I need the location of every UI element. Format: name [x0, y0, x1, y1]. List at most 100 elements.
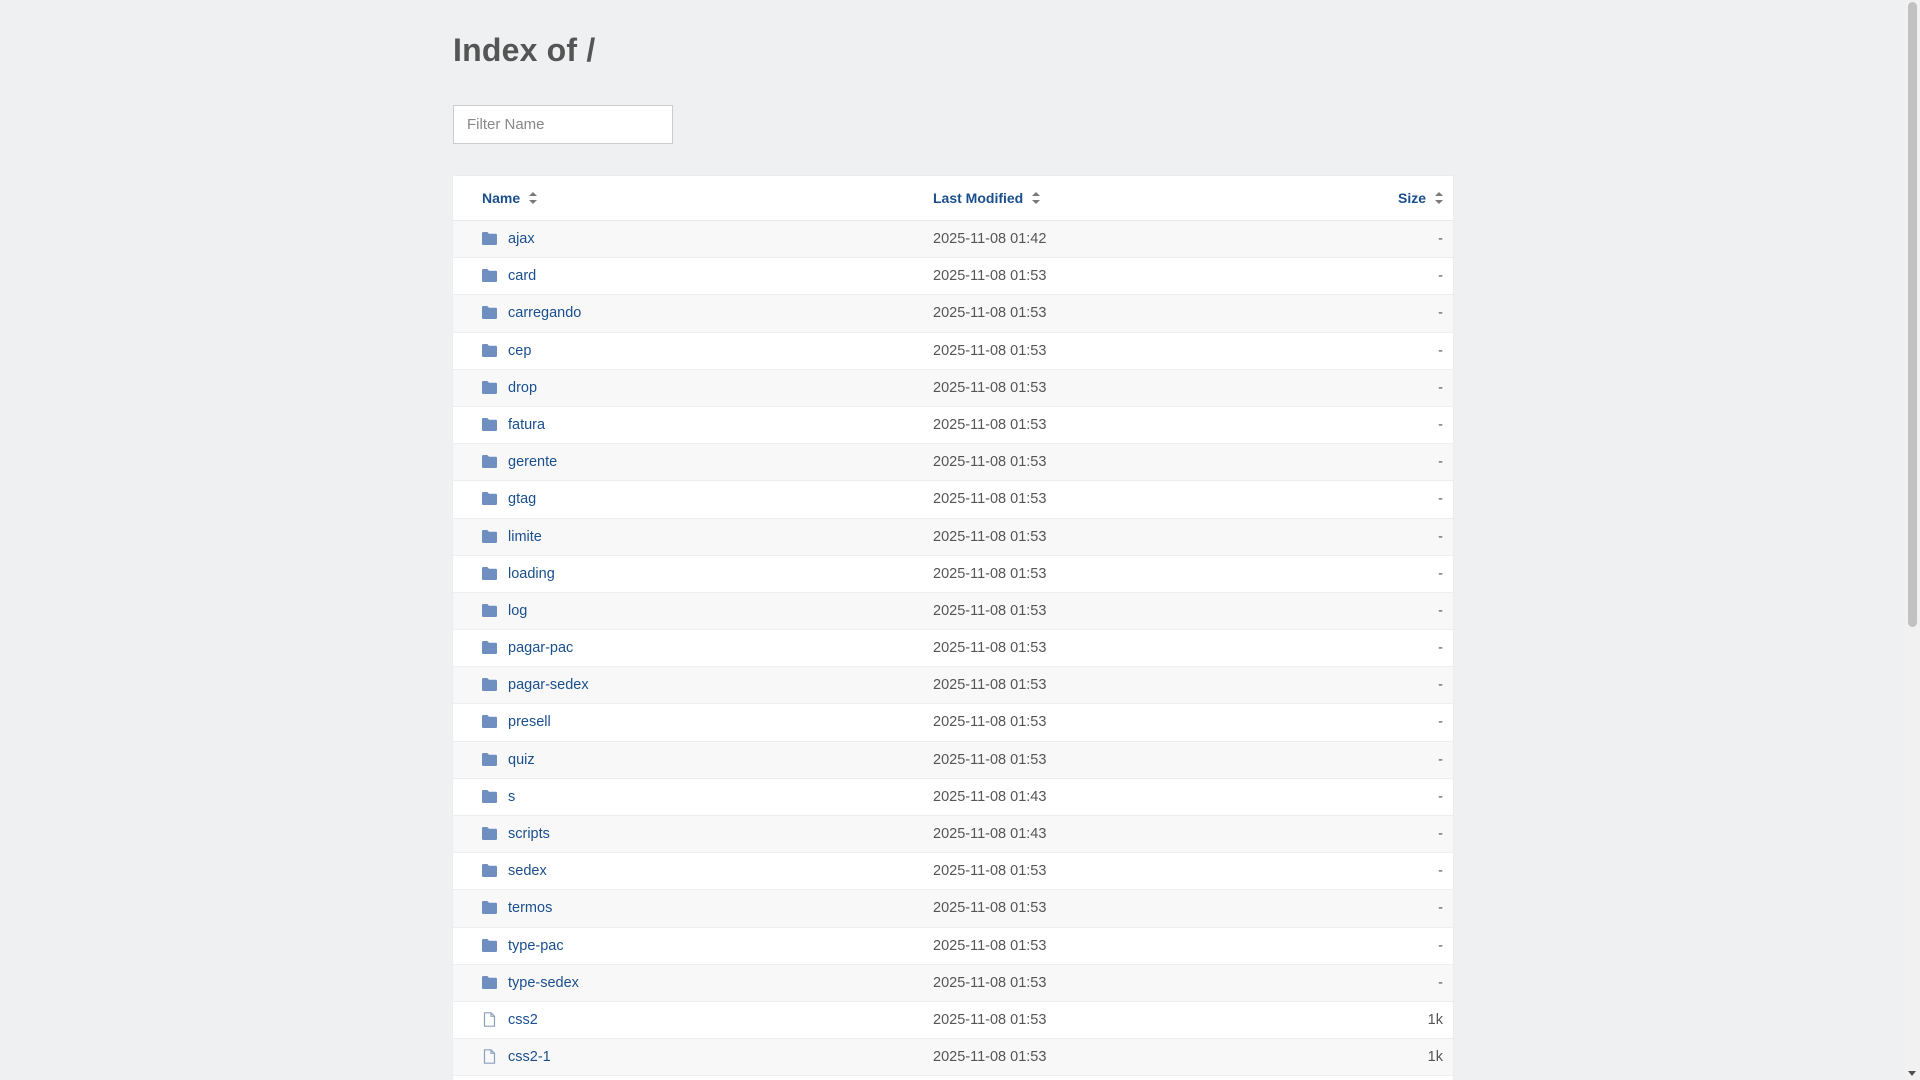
entry-size: -	[1438, 937, 1443, 954]
entry-last-modified: 2025-11-08 01:43	[933, 826, 1047, 842]
entry-last-modified: 2025-11-08 01:53	[933, 974, 1047, 991]
entry-last-modified: 2025-11-08 01:53	[933, 305, 1047, 322]
table-row[interactable]: css2 2025-11-08 01:53 1k	[453, 1001, 1453, 1040]
entry-size: 1k	[1427, 1011, 1443, 1028]
entry-size: -	[1438, 268, 1443, 285]
entry-size: -	[1438, 528, 1443, 545]
scroll-down-arrow-icon[interactable]	[1908, 1071, 1916, 1076]
table-row[interactable]: type-sedex 2025-11-08 01:53 -	[453, 964, 1453, 1002]
entry-name-link[interactable]: pagar-sedex	[508, 667, 589, 703]
entry-last-modified: 2025-11-08 01:53	[933, 714, 1047, 731]
entry-last-modified: 2025-11-08 01:53	[933, 900, 1047, 917]
table-row[interactable]: carregando 2025-11-08 01:53 -	[453, 295, 1453, 333]
table-row[interactable]: drop 2025-11-08 01:53 -	[453, 369, 1453, 407]
table-row[interactable]: card 2025-11-08 01:53 -	[453, 258, 1453, 296]
entry-last-modified: 2025-11-08 01:53	[933, 268, 1047, 285]
entry-last-modified: 2025-11-08 01:53	[933, 1076, 1046, 1080]
entry-name-link[interactable]: gtag	[508, 481, 536, 517]
filter-name-input[interactable]	[453, 105, 673, 144]
entry-last-modified: 2025-11-08 01:53	[933, 1049, 1047, 1066]
entry-last-modified: 2025-11-08 01:53	[933, 379, 1047, 396]
table-row[interactable]: fatura 2025-11-08 01:53 -	[453, 406, 1453, 445]
entry-size: -	[1438, 454, 1443, 471]
table-row[interactable]: termos 2025-11-08 01:53 -	[453, 890, 1453, 928]
table-row[interactable]: pagar-pac 2025-11-08 01:53 -	[453, 630, 1453, 668]
table-row[interactable]: css2-1 2025-11-08 01:53 1k	[453, 1039, 1453, 1077]
entry-name-link[interactable]: sedex	[508, 853, 547, 889]
entry-name-link[interactable]: type-sedex	[508, 965, 579, 1001]
entry-name-link[interactable]: css2-1	[508, 1039, 551, 1075]
table-row[interactable]: presell 2025-11-08 01:53 -	[453, 704, 1453, 742]
entry-size: -	[1438, 379, 1443, 396]
entry-name-link[interactable]: log	[508, 593, 527, 629]
entry-last-modified: 2025-11-08 01:53	[933, 342, 1047, 359]
entry-size: -	[1438, 826, 1443, 842]
table-row[interactable]: s 2025-11-08 01:43 -	[453, 778, 1453, 816]
entry-size: -	[1438, 491, 1443, 508]
entry-size: -	[1438, 342, 1443, 359]
entry-name-link[interactable]: fatura	[508, 407, 545, 443]
table-row[interactable]: ajax 2025-11-08 01:42 -	[453, 221, 1453, 259]
entry-name-link[interactable]: cep	[508, 333, 531, 369]
table-row[interactable]: loading 2025-11-08 01:53 -	[453, 555, 1453, 593]
entry-name-link[interactable]: ajax	[508, 221, 535, 257]
folder-icon	[481, 900, 498, 915]
table-row[interactable]: sedex 2025-11-08 01:53 -	[453, 853, 1453, 891]
folder-icon	[481, 789, 498, 804]
file-icon	[481, 1012, 498, 1027]
entry-name-link[interactable]: drop	[508, 370, 537, 406]
folder-icon	[481, 305, 498, 320]
table-body: ajax 2025-11-08 01:42 - card 2025-11-08 01:5…	[453, 221, 1453, 1080]
entry-name-link[interactable]: pagar-pac	[508, 630, 573, 666]
entry-name-link[interactable]: gerente	[508, 444, 557, 480]
file-table: Name Last Modified Size ajax 2025-11-08 0…	[453, 176, 1453, 1080]
table-row[interactable]: log 2025-11-08 01:53 -	[453, 592, 1453, 631]
entry-name-link[interactable]: s	[508, 779, 515, 815]
table-header: Name Last Modified Size	[453, 176, 1453, 221]
entry-name-link[interactable]: css2-2	[508, 1076, 551, 1080]
entry-size: -	[1438, 677, 1443, 694]
entry-last-modified: 2025-11-08 01:53	[933, 1011, 1047, 1028]
table-row[interactable]: pagar-sedex 2025-11-08 01:53 -	[453, 667, 1453, 705]
folder-icon	[481, 529, 498, 544]
entry-size: -	[1438, 565, 1443, 582]
entry-name-link[interactable]: css2	[508, 1002, 538, 1038]
entry-name-link[interactable]: card	[508, 258, 536, 294]
entry-last-modified: 2025-11-08 01:53	[933, 602, 1047, 619]
entry-name-link[interactable]: presell	[508, 704, 551, 740]
table-row[interactable]: cep 2025-11-08 01:53 -	[453, 332, 1453, 370]
folder-icon	[481, 975, 498, 990]
column-header-size[interactable]: Size	[1398, 176, 1443, 220]
entry-name-link[interactable]: loading	[508, 556, 555, 592]
entry-last-modified: 2025-11-08 01:42	[933, 231, 1047, 247]
entry-name-link[interactable]: quiz	[508, 742, 535, 778]
column-header-last-modified[interactable]: Last Modified	[933, 176, 1041, 220]
table-row[interactable]: scripts 2025-11-08 01:43 -	[453, 816, 1453, 854]
table-row[interactable]: limite 2025-11-08 01:53 -	[453, 518, 1453, 556]
entry-size: -	[1438, 640, 1443, 657]
entry-size: -	[1438, 974, 1443, 991]
entry-size: 1k	[1428, 1076, 1443, 1080]
table-row[interactable]: gtag 2025-11-08 01:53 -	[453, 481, 1453, 519]
entry-last-modified: 2025-11-08 01:53	[933, 491, 1047, 508]
folder-icon	[481, 491, 498, 506]
table-row[interactable]: quiz 2025-11-08 01:53 -	[453, 741, 1453, 779]
folder-icon	[481, 454, 498, 469]
entry-size: -	[1438, 231, 1443, 247]
folder-icon	[481, 566, 498, 581]
table-row[interactable]: gerente 2025-11-08 01:53 -	[453, 444, 1453, 482]
folder-icon	[481, 714, 498, 729]
entry-name-link[interactable]: type-pac	[508, 928, 564, 964]
entry-name-link[interactable]: scripts	[508, 816, 550, 852]
entry-name-link[interactable]: carregando	[508, 295, 581, 331]
column-header-name[interactable]: Name	[482, 176, 538, 220]
entry-last-modified: 2025-11-08 01:53	[933, 863, 1047, 880]
folder-icon	[481, 863, 498, 878]
vertical-scrollbar[interactable]	[1905, 0, 1920, 1080]
table-row[interactable]: css2-2 2025-11-08 01:53 1k	[453, 1076, 1453, 1080]
entry-name-link[interactable]: termos	[508, 890, 552, 926]
folder-icon	[481, 677, 498, 692]
scrollbar-thumb[interactable]	[1908, 2, 1917, 627]
entry-name-link[interactable]: limite	[508, 519, 542, 555]
table-row[interactable]: type-pac 2025-11-08 01:53 -	[453, 927, 1453, 965]
